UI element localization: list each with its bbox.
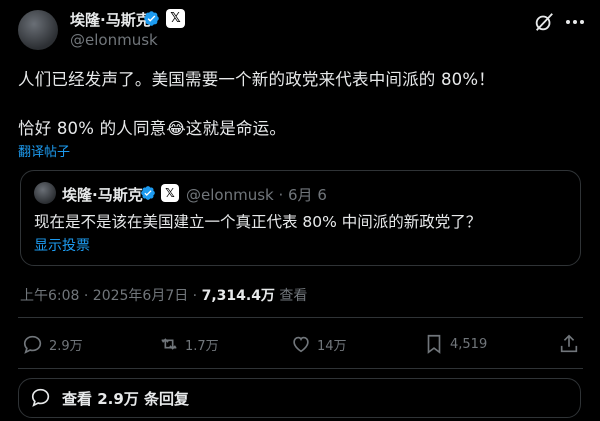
timestamp[interactable]: 上午6:08 · 2025年6月7日 ·	[20, 288, 202, 304]
grok-icon[interactable]	[533, 11, 555, 33]
tweet-text-line-2: 恰好 80% 的人同意😂这就是命运。	[18, 119, 287, 138]
bookmark-icon	[427, 334, 441, 354]
reply-action[interactable]: 2.9万	[22, 333, 83, 355]
author-handle[interactable]: @elonmusk	[70, 31, 158, 49]
author-avatar[interactable]	[18, 10, 58, 50]
repost-count: 1.7万	[185, 338, 219, 354]
quote-meta: @elonmusk · 6月 6	[186, 186, 327, 204]
share-icon	[560, 334, 578, 353]
like-count: 14万	[317, 338, 347, 354]
translate-link[interactable]: 翻译帖子	[18, 141, 70, 160]
reply-count: 2.9万	[49, 338, 83, 354]
quote-author-name: 埃隆·马斯克	[62, 186, 143, 204]
like-icon	[293, 336, 309, 353]
tweet-text-line-1: 人们已经发声了。美国需要一个新的政党来代表中间派的 80%！	[18, 70, 495, 89]
views-label: 查看	[274, 288, 308, 304]
bookmark-action[interactable]: 4,519	[423, 333, 487, 355]
tweet-meta: 上午6:08 · 2025年6月7日 · 7,314.4万 查看	[20, 285, 307, 305]
view-replies-label[interactable]: 查看 2.9万 条回复	[62, 388, 189, 409]
reply-icon	[23, 335, 42, 354]
divider-bottom	[18, 368, 583, 369]
show-poll-link[interactable]: 显示投票	[34, 235, 90, 255]
x-badge-icon: 𝕏	[166, 9, 185, 28]
repost-icon	[161, 338, 177, 350]
view-count: 7,314.4万	[201, 288, 275, 304]
quote-text: 现在是不是该在美国建立一个真正代表 80% 中间派的新政党了？	[34, 213, 482, 231]
quote-verified-icon	[141, 186, 155, 200]
reply-bubble-icon	[31, 388, 50, 407]
quote-x-badge-icon: 𝕏	[161, 184, 179, 202]
author-name[interactable]: 埃隆·马斯克	[70, 9, 151, 30]
bookmark-count: 4,519	[450, 336, 488, 352]
more-icon[interactable]	[563, 11, 587, 33]
like-action[interactable]: 14万	[290, 333, 347, 355]
repost-action[interactable]: 1.7万	[158, 333, 219, 355]
verified-icon	[144, 11, 159, 26]
divider-top	[18, 317, 583, 318]
quote-author-avatar	[34, 182, 56, 204]
share-action[interactable]	[558, 333, 585, 355]
